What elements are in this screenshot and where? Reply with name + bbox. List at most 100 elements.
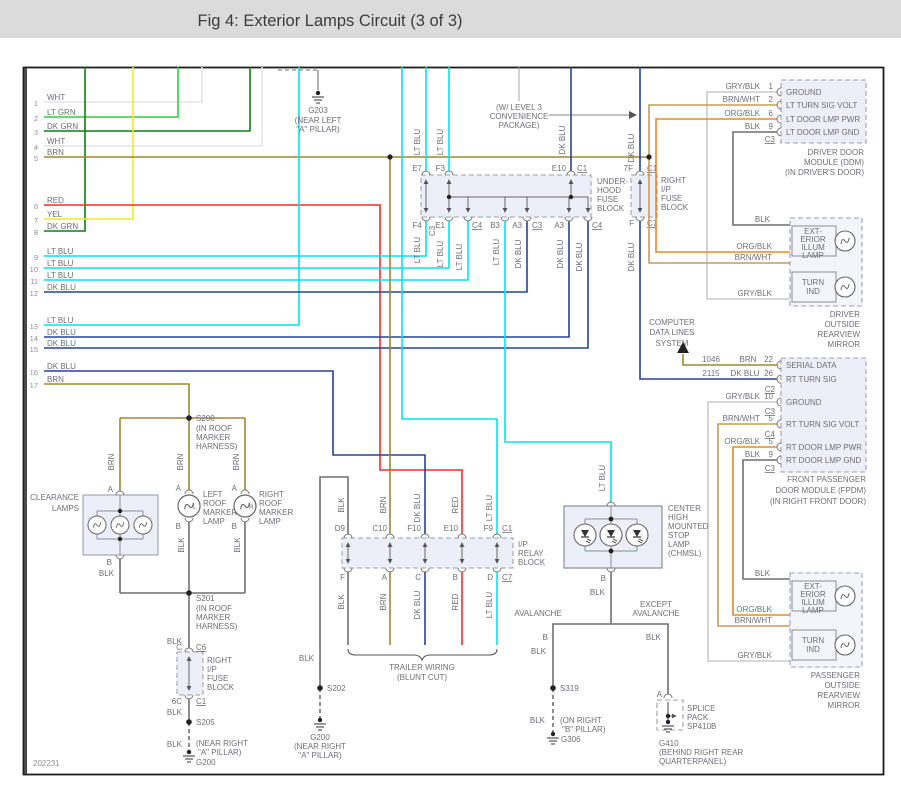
- wire-color-label: BLK: [745, 450, 761, 459]
- component-name: FRONT PASSENGER: [787, 475, 866, 484]
- lamp-label: TURN: [802, 278, 824, 287]
- ground-location: (ON RIGHT: [560, 716, 602, 725]
- bulb-letter: R: [249, 504, 254, 511]
- circuit-number: 2115: [702, 369, 720, 378]
- pin-number: 9: [769, 450, 774, 459]
- component-name: BLOCK: [518, 558, 546, 567]
- lamp-label: IND: [806, 645, 820, 654]
- wire-color-label: DK BLU: [575, 242, 584, 271]
- connector-label: C4: [472, 221, 483, 230]
- wire-color-label: BLK: [233, 537, 242, 553]
- wire-color-label: BRN/WHT: [723, 414, 760, 423]
- terminal-label: E10: [552, 164, 567, 173]
- wire-color-label: BRN: [379, 593, 388, 610]
- component-name: LEFT: [203, 490, 223, 499]
- wire-number: 7: [34, 216, 38, 225]
- wire-color-label: BLK: [177, 537, 186, 553]
- ground-location: (BEHIND RIGHT REAR: [659, 748, 744, 757]
- wire-color-label: BLK: [755, 569, 771, 578]
- variant-label: EXCEPT: [640, 600, 672, 609]
- wire-number: 10: [30, 265, 38, 274]
- ground-location: "A" PILLAR): [296, 125, 340, 134]
- terminal-label: A: [382, 573, 388, 582]
- wire-color-label: BLK: [590, 588, 606, 597]
- wire-color-label: LT BLU: [485, 495, 494, 522]
- wire-color-label: GRY/BLK: [737, 289, 772, 298]
- wire-color-label: DK BLU: [47, 283, 76, 292]
- bulb-icon: [834, 585, 856, 607]
- ground-label: G200: [310, 733, 330, 742]
- splice-label: S202: [327, 684, 346, 693]
- wire-color-label: DK BLU: [558, 125, 567, 154]
- component-name: STOP: [668, 531, 690, 540]
- terminal-label: B: [601, 574, 606, 583]
- wire-color-label: DK BLU: [627, 133, 636, 162]
- terminal-label: B: [232, 522, 237, 531]
- wire-color-label: LT BLU: [455, 244, 464, 271]
- pin-function: RT TURN SIG: [786, 375, 837, 384]
- component-name: ROOF: [203, 499, 226, 508]
- terminal-label: B: [107, 558, 112, 567]
- pin-number: 26: [764, 369, 773, 378]
- wire-number: 1: [34, 99, 38, 108]
- component-name: DRIVER: [830, 310, 860, 319]
- component-name: LAMP: [668, 540, 690, 549]
- wire-color-label: GRY/BLK: [725, 82, 760, 91]
- wire-color-label: LT BLU: [413, 237, 422, 264]
- wiring-diagram-page: Fig 4: Exterior Lamps Circuit (3 of 3) 2…: [0, 0, 901, 785]
- pin-number: 10: [764, 392, 773, 401]
- terminal-label: A3: [512, 221, 522, 230]
- terminal-label: F: [340, 573, 345, 582]
- ground-label: G410: [659, 739, 679, 748]
- terminal-label: B3: [490, 221, 500, 230]
- terminal-label: E1: [435, 221, 445, 230]
- terminal-label: 6C: [172, 697, 182, 706]
- component-name: FUSE: [597, 195, 618, 204]
- connector-label: C3: [532, 221, 543, 230]
- terminal-label: A: [176, 484, 182, 493]
- wire-color-label: BLK: [337, 594, 346, 610]
- led-icon: [599, 523, 623, 547]
- wire-color-label: DK BLU: [47, 339, 76, 348]
- bulb-icon: [834, 276, 856, 298]
- wire-color-label: BLK: [745, 122, 761, 131]
- wire-color-label: DK BLU: [731, 369, 760, 378]
- wire-color-label: YEL: [47, 210, 63, 219]
- lamp-label: IND: [806, 287, 820, 296]
- doc-number: 202231: [33, 759, 60, 768]
- terminal-label: F: [629, 219, 634, 228]
- wire-color-label: BRN/WHT: [735, 616, 772, 625]
- pin-number: 22: [764, 355, 773, 364]
- pin-number: 6: [769, 109, 774, 118]
- component-name: CLEARANCE: [30, 493, 79, 502]
- wire-color-label: DK GRN: [47, 222, 78, 231]
- wire-number: 16: [30, 368, 38, 377]
- component-name: FUSE: [207, 674, 228, 683]
- splice-label: S205: [196, 718, 215, 727]
- wire-color-label: BRN: [232, 453, 241, 470]
- wire-color-label: RED: [451, 593, 460, 610]
- terminal-label: F10: [407, 524, 421, 533]
- pin-function: RT TURN SIG VOLT: [786, 420, 859, 429]
- splice-label: S319: [560, 684, 579, 693]
- wire-color-label: BRN: [379, 496, 388, 513]
- component-name: RIGHT: [207, 656, 232, 665]
- led-icon: [573, 523, 597, 547]
- note-line: PACKAGE): [499, 121, 540, 130]
- component-name: DOOR MODULE (FPDM): [775, 486, 866, 495]
- pin-number: 1: [769, 82, 774, 91]
- bulb-icon: [834, 634, 856, 656]
- terminal-label: D9: [335, 524, 346, 533]
- component-name: RIGHT: [259, 490, 284, 499]
- bulb-icon: [110, 515, 130, 535]
- splice-pack-label: SP410B: [687, 722, 716, 731]
- wire-color-label: DK BLU: [413, 493, 422, 522]
- pin-function: SERIAL DATA: [786, 361, 837, 370]
- component-name: PASSENGER: [811, 671, 860, 680]
- connector-label: C6: [196, 643, 207, 652]
- wire-color-label: LT GRN: [47, 108, 76, 117]
- system-label: COMPUTER: [649, 318, 695, 327]
- wire-number: 14: [30, 334, 38, 343]
- wire-color-label: BRN: [176, 453, 185, 470]
- splice-location: (IN ROOF: [196, 424, 232, 433]
